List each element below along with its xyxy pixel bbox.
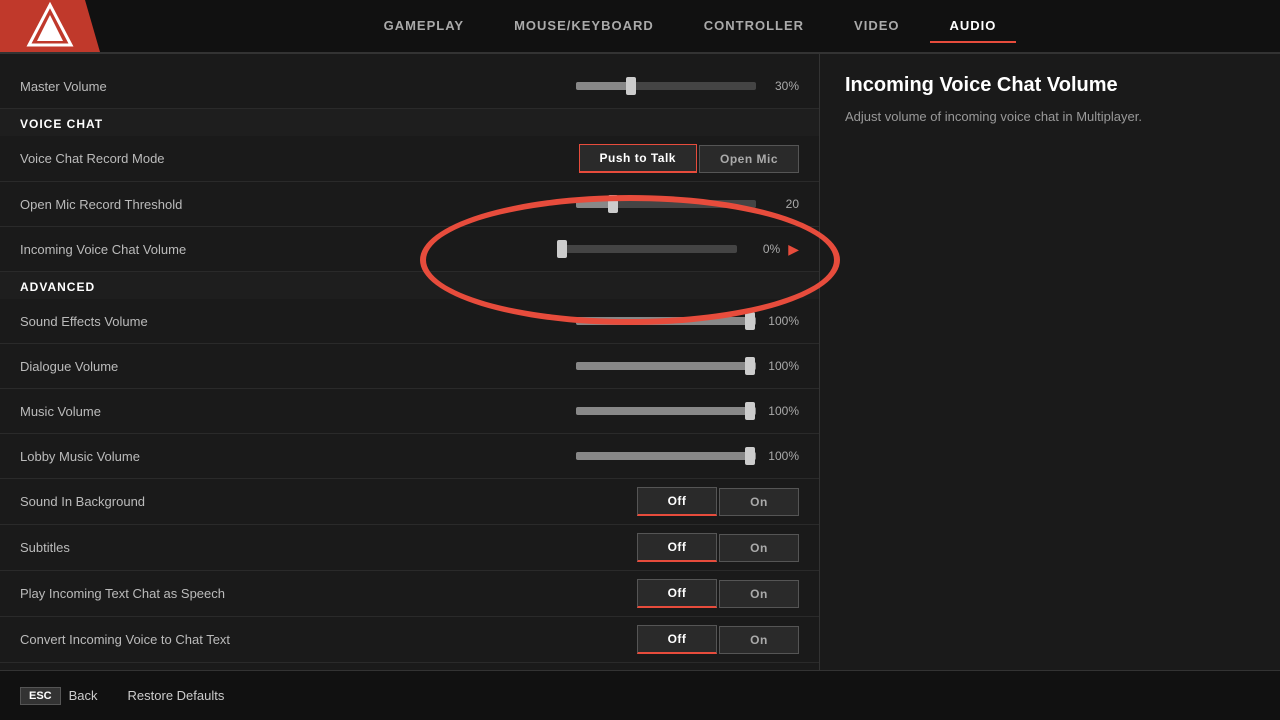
music-volume-value: 100% <box>764 404 799 418</box>
sound-in-background-label: Sound In Background <box>20 494 637 509</box>
convert-incoming-voice-control: Off On <box>637 625 799 654</box>
esc-key-badge: ESC <box>20 687 61 705</box>
incoming-voice-volume-control: 0% ▶ <box>557 241 799 258</box>
tab-mouse-keyboard[interactable]: MOUSE/KEYBOARD <box>494 10 674 43</box>
dialogue-volume-control: 100% <box>576 359 799 373</box>
master-volume-control: 30% <box>576 79 799 93</box>
incoming-voice-volume-label: Incoming Voice Chat Volume <box>20 242 557 257</box>
lobby-music-volume-row: Lobby Music Volume 100% <box>0 434 819 479</box>
sound-effects-volume-row: Sound Effects Volume 100% <box>0 299 819 344</box>
sound-in-background-off-btn[interactable]: Off <box>637 487 717 516</box>
dialogue-volume-row: Dialogue Volume 100% <box>0 344 819 389</box>
master-volume-label: Master Volume <box>20 79 576 94</box>
sound-effects-volume-label: Sound Effects Volume <box>20 314 576 329</box>
open-mic-threshold-thumb[interactable] <box>608 195 618 213</box>
info-panel: Incoming Voice Chat Volume Adjust volume… <box>820 54 1280 670</box>
settings-panel: Master Volume 30% VOICE CHAT Voice Chat … <box>0 54 820 670</box>
back-action[interactable]: ESC Back <box>20 687 98 705</box>
incoming-voice-volume-row: Incoming Voice Chat Volume 0% ▶ <box>0 227 819 272</box>
top-nav: GAMEPLAY MOUSE/KEYBOARD CONTROLLER VIDEO… <box>0 0 1280 54</box>
voice-chat-record-mode-row: Voice Chat Record Mode Push to Talk Open… <box>0 136 819 182</box>
convert-incoming-voice-on-btn[interactable]: On <box>719 626 799 654</box>
incoming-voice-volume-value: 0% <box>745 242 780 256</box>
play-incoming-text-chat-row: Play Incoming Text Chat as Speech Off On <box>0 571 819 617</box>
master-volume-slider[interactable] <box>576 82 756 90</box>
restore-defaults-action[interactable]: Restore Defaults <box>128 688 225 703</box>
lobby-music-volume-value: 100% <box>764 449 799 463</box>
nav-tabs: GAMEPLAY MOUSE/KEYBOARD CONTROLLER VIDEO… <box>100 10 1280 43</box>
subtitles-on-btn[interactable]: On <box>719 534 799 562</box>
logo-area <box>0 0 100 52</box>
dialogue-volume-fill <box>576 362 756 370</box>
sound-in-background-row: Sound In Background Off On <box>0 479 819 525</box>
play-incoming-text-chat-on-btn[interactable]: On <box>719 580 799 608</box>
convert-incoming-voice-label: Convert Incoming Voice to Chat Text <box>20 632 637 647</box>
play-incoming-text-chat-control: Off On <box>637 579 799 608</box>
music-volume-slider[interactable] <box>576 407 756 415</box>
tab-gameplay[interactable]: GAMEPLAY <box>364 10 484 43</box>
tab-controller[interactable]: CONTROLLER <box>684 10 824 43</box>
info-title: Incoming Voice Chat Volume <box>845 74 1255 97</box>
subtitles-control: Off On <box>637 533 799 562</box>
master-volume-value: 30% <box>764 79 799 93</box>
music-volume-row: Music Volume 100% <box>0 389 819 434</box>
incoming-voice-volume-slider[interactable] <box>557 245 737 253</box>
master-volume-fill <box>576 82 630 90</box>
open-mic-threshold-fill <box>576 200 612 208</box>
voice-chat-record-mode-control: Push to Talk Open Mic <box>579 144 799 173</box>
lobby-music-volume-fill <box>576 452 756 460</box>
advanced-section-header: ADVANCED <box>0 272 819 299</box>
main-content: Master Volume 30% VOICE CHAT Voice Chat … <box>0 54 1280 670</box>
open-mic-threshold-slider[interactable] <box>576 200 756 208</box>
sound-effects-volume-value: 100% <box>764 314 799 328</box>
sound-effects-volume-control: 100% <box>576 314 799 328</box>
open-mic-threshold-value: 20 <box>764 197 799 211</box>
sound-effects-volume-thumb[interactable] <box>745 312 755 330</box>
open-mic-threshold-control: 20 <box>576 197 799 211</box>
bottom-bar: ESC Back Restore Defaults <box>0 670 1280 720</box>
voice-chat-section-header: VOICE CHAT <box>0 109 819 136</box>
convert-incoming-voice-off-btn[interactable]: Off <box>637 625 717 654</box>
voice-chat-record-mode-label: Voice Chat Record Mode <box>20 151 579 166</box>
master-volume-thumb[interactable] <box>626 77 636 95</box>
dialogue-volume-value: 100% <box>764 359 799 373</box>
music-volume-fill <box>576 407 756 415</box>
push-to-talk-btn[interactable]: Push to Talk <box>579 144 697 173</box>
incoming-voice-volume-thumb[interactable] <box>557 240 567 258</box>
music-volume-control: 100% <box>576 404 799 418</box>
subtitles-row: Subtitles Off On <box>0 525 819 571</box>
restore-defaults-label: Restore Defaults <box>128 688 225 703</box>
sound-in-background-control: Off On <box>637 487 799 516</box>
incoming-voice-volume-arrow-icon[interactable]: ▶ <box>788 241 799 258</box>
lobby-music-volume-slider[interactable] <box>576 452 756 460</box>
tab-video[interactable]: VIDEO <box>834 10 919 43</box>
info-desc: Adjust volume of incoming voice chat in … <box>845 107 1255 127</box>
dialogue-volume-thumb[interactable] <box>745 357 755 375</box>
open-mic-threshold-row: Open Mic Record Threshold 20 <box>0 182 819 227</box>
back-label: Back <box>69 688 98 703</box>
lobby-music-volume-control: 100% <box>576 449 799 463</box>
subtitles-label: Subtitles <box>20 540 637 555</box>
convert-incoming-voice-row: Convert Incoming Voice to Chat Text Off … <box>0 617 819 663</box>
music-volume-label: Music Volume <box>20 404 576 419</box>
apex-logo-icon <box>25 1 75 51</box>
play-incoming-text-chat-off-btn[interactable]: Off <box>637 579 717 608</box>
sound-effects-volume-fill <box>576 317 756 325</box>
subtitles-off-btn[interactable]: Off <box>637 533 717 562</box>
master-volume-row: Master Volume 30% <box>0 64 819 109</box>
open-mic-btn[interactable]: Open Mic <box>699 145 799 173</box>
lobby-music-volume-thumb[interactable] <box>745 447 755 465</box>
music-volume-thumb[interactable] <box>745 402 755 420</box>
sound-effects-volume-slider[interactable] <box>576 317 756 325</box>
lobby-music-volume-label: Lobby Music Volume <box>20 449 576 464</box>
sound-in-background-on-btn[interactable]: On <box>719 488 799 516</box>
dialogue-volume-label: Dialogue Volume <box>20 359 576 374</box>
open-mic-threshold-label: Open Mic Record Threshold <box>20 197 576 212</box>
play-incoming-text-chat-label: Play Incoming Text Chat as Speech <box>20 586 637 601</box>
tab-audio[interactable]: AUDIO <box>930 10 1017 43</box>
dialogue-volume-slider[interactable] <box>576 362 756 370</box>
